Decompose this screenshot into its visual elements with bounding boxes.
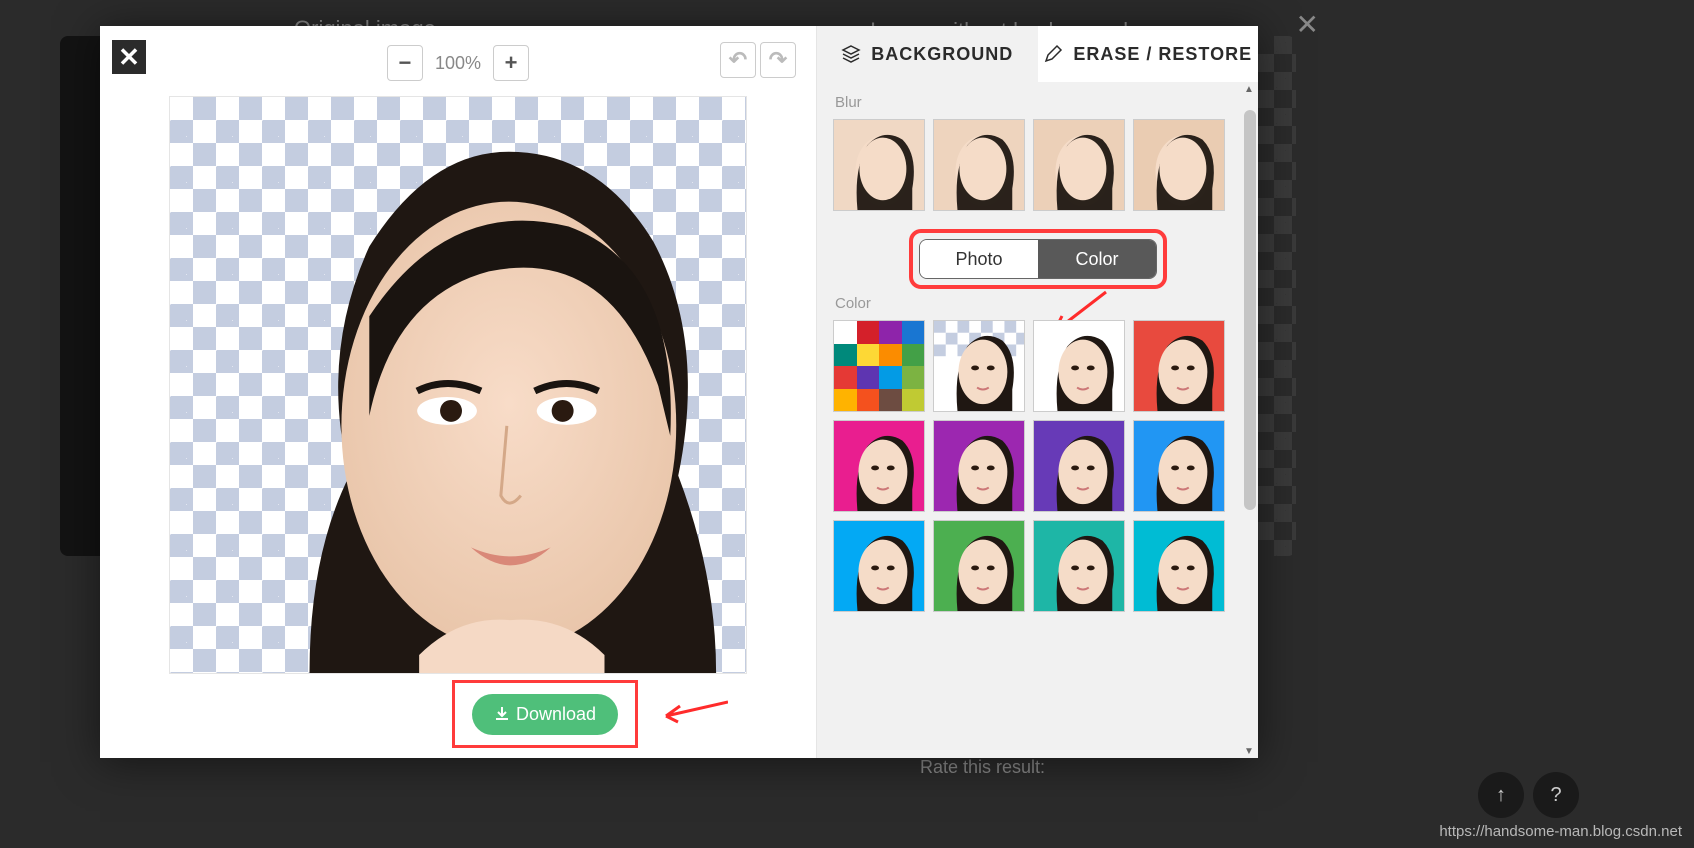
help-button[interactable]: ? — [1533, 772, 1579, 818]
color-thumb[interactable] — [1133, 320, 1225, 412]
download-icon — [494, 706, 510, 722]
tab-bar: BACKGROUND ERASE / RESTORE — [817, 26, 1258, 82]
editor-modal: − 100% + ↶ ↷ — [100, 26, 1258, 758]
layers-icon — [841, 44, 861, 64]
color-section-label: Color — [835, 295, 1242, 312]
options-pane: BACKGROUND ERASE / RESTORE ▲ ▼ Blur Phot… — [816, 26, 1258, 758]
scroll-top-button[interactable]: ↑ — [1478, 772, 1524, 818]
tab-background-label: BACKGROUND — [871, 44, 1013, 65]
panel-body: Blur Photo Color Color — [817, 82, 1258, 758]
color-thumb[interactable] — [1033, 320, 1125, 412]
zoom-toolbar: − 100% + — [100, 26, 816, 88]
color-thumbs — [833, 320, 1242, 612]
panel-scrollbar[interactable] — [1244, 110, 1256, 510]
color-palette-picker[interactable] — [833, 320, 925, 412]
color-thumb[interactable] — [933, 520, 1025, 612]
image-canvas[interactable] — [169, 96, 747, 674]
zoom-in-button[interactable]: + — [493, 45, 529, 81]
close-modal-button[interactable]: ✕ — [112, 40, 146, 74]
color-thumb[interactable] — [833, 520, 925, 612]
color-thumb[interactable] — [933, 320, 1025, 412]
undo-redo-group: ↶ ↷ — [720, 42, 796, 78]
scroll-up-icon[interactable]: ▲ — [1244, 84, 1254, 94]
tab-erase-restore[interactable]: ERASE / RESTORE — [1038, 26, 1259, 82]
toggle-color[interactable]: Color — [1038, 240, 1156, 278]
color-thumb[interactable] — [933, 420, 1025, 512]
blur-thumb[interactable] — [833, 119, 925, 211]
page-close-icon[interactable]: ✕ — [1296, 8, 1319, 41]
scroll-down-icon[interactable]: ▼ — [1244, 746, 1254, 756]
undo-button[interactable]: ↶ — [720, 42, 756, 78]
color-thumb[interactable] — [1133, 420, 1225, 512]
photo-color-toggle: Photo Color — [919, 239, 1157, 279]
download-label: Download — [516, 704, 596, 725]
rate-result-label: Rate this result: — [920, 757, 1045, 778]
canvas-pane: − 100% + ↶ ↷ — [100, 26, 816, 758]
blur-thumbs — [833, 119, 1242, 211]
redo-button[interactable]: ↷ — [760, 42, 796, 78]
color-thumb[interactable] — [833, 420, 925, 512]
toggle-photo[interactable]: Photo — [920, 240, 1038, 278]
color-thumb[interactable] — [1033, 520, 1125, 612]
pencil-icon — [1043, 44, 1063, 64]
tab-erase-restore-label: ERASE / RESTORE — [1073, 44, 1252, 65]
subject-portrait — [170, 97, 746, 673]
canvas-wrap — [100, 88, 816, 758]
color-thumb[interactable] — [1133, 520, 1225, 612]
blur-thumb[interactable] — [1133, 119, 1225, 211]
zoom-value: 100% — [429, 53, 487, 74]
blur-thumb[interactable] — [1033, 119, 1125, 211]
zoom-out-button[interactable]: − — [387, 45, 423, 81]
color-thumb[interactable] — [1033, 420, 1125, 512]
annotation-arrow-download — [658, 694, 728, 724]
blur-section-label: Blur — [835, 94, 1242, 111]
watermark-url: https://handsome-man.blog.csdn.net — [1439, 823, 1682, 840]
toggle-highlight: Photo Color — [909, 229, 1167, 289]
blur-thumb[interactable] — [933, 119, 1025, 211]
tab-background[interactable]: BACKGROUND — [817, 26, 1038, 82]
download-highlight: Download — [452, 680, 638, 748]
download-button[interactable]: Download — [472, 694, 618, 735]
